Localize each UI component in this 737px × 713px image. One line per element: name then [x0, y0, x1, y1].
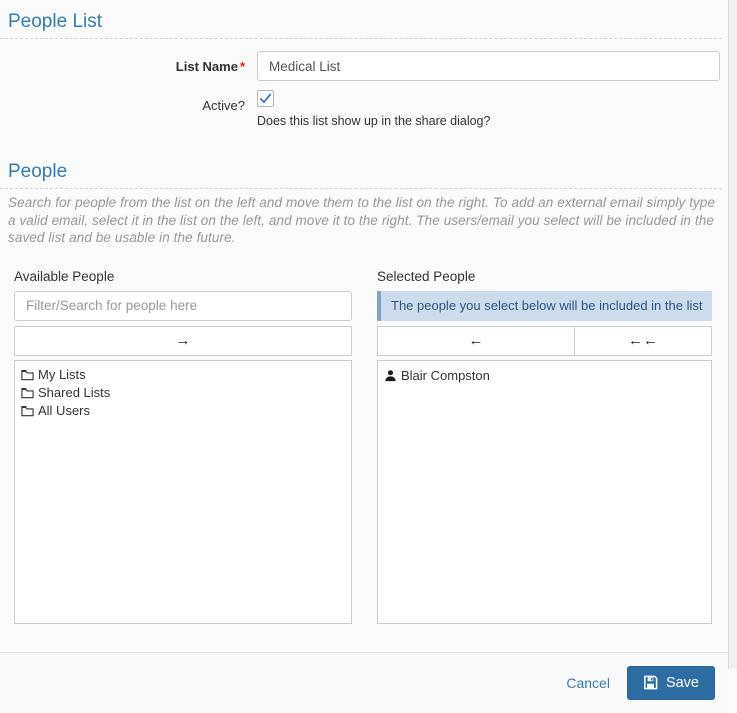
move-all-left-button[interactable]: ←←	[574, 325, 712, 356]
check-icon	[259, 92, 272, 105]
tree-item-label: My Lists	[38, 366, 86, 382]
people-section-title: People	[0, 150, 722, 189]
tree-item-label: All Users	[38, 402, 91, 418]
save-button[interactable]: Save	[626, 665, 715, 700]
active-label: Active?	[202, 98, 245, 113]
floppy-disk-icon	[643, 675, 658, 690]
cancel-link[interactable]: Cancel	[566, 675, 610, 691]
page-right-gutter	[728, 0, 737, 669]
people-list-section-title: People List	[0, 0, 722, 39]
list-name-control	[257, 51, 720, 81]
selected-people-label: Selected People	[377, 268, 476, 284]
move-right-button[interactable]: →	[14, 325, 352, 356]
tree-item-label: Shared Lists	[38, 384, 111, 400]
tree-item-my-lists[interactable]: My Lists	[21, 366, 345, 384]
footer-actions: Cancel Save	[0, 652, 728, 713]
selected-person-name: Blair Compston	[401, 367, 490, 383]
list-name-label-wrap: List Name *	[0, 51, 245, 74]
list-name-row: List Name *	[0, 51, 728, 81]
available-people-list[interactable]: My Lists Shared Lists All Users	[14, 359, 352, 624]
selection-info-bar: The people you select below will be incl…	[377, 290, 712, 321]
list-name-input[interactable]	[257, 51, 720, 81]
people-filter-input[interactable]	[14, 290, 352, 321]
people-section: People Search for people from the list o…	[0, 150, 728, 247]
people-section-description: Search for people from the list on the l…	[8, 195, 716, 246]
folder-icon	[21, 405, 34, 417]
required-asterisk: *	[239, 59, 245, 74]
available-people-panel: Available People → My Lists Shared Lists	[14, 269, 352, 624]
tree-item-shared-lists[interactable]: Shared Lists	[21, 384, 345, 402]
tree-item-all-users[interactable]: All Users	[21, 402, 345, 420]
selected-people-list[interactable]: Blair Compston	[377, 359, 712, 624]
list-name-label: List Name	[175, 59, 238, 74]
active-control: Does this list show up in the share dial…	[257, 90, 720, 128]
arrow-left-icon: ←	[468, 331, 484, 349]
folder-icon	[21, 369, 34, 381]
available-people-label: Available People	[14, 268, 115, 284]
save-button-label: Save	[665, 674, 699, 691]
selected-person-row[interactable]: Blair Compston	[384, 366, 705, 385]
folder-icon	[21, 387, 34, 399]
move-left-buttons-row: ← ←←	[377, 325, 712, 356]
dual-list-panels: Available People → My Lists Shared Lists	[14, 269, 728, 624]
active-checkbox[interactable]	[257, 90, 274, 107]
double-arrow-left-icon: ←←	[628, 331, 658, 349]
move-left-button[interactable]: ←	[377, 325, 575, 356]
active-label-wrap: Active?	[0, 90, 245, 113]
arrow-right-icon: →	[175, 331, 191, 349]
person-icon	[384, 369, 397, 382]
active-row: Active? Does this list show up in the sh…	[0, 90, 728, 128]
active-help-text: Does this list show up in the share dial…	[257, 114, 491, 128]
selected-people-panel: Selected People The people you select be…	[377, 269, 712, 624]
main-panel: People List List Name* Active? Does this…	[0, 0, 737, 713]
